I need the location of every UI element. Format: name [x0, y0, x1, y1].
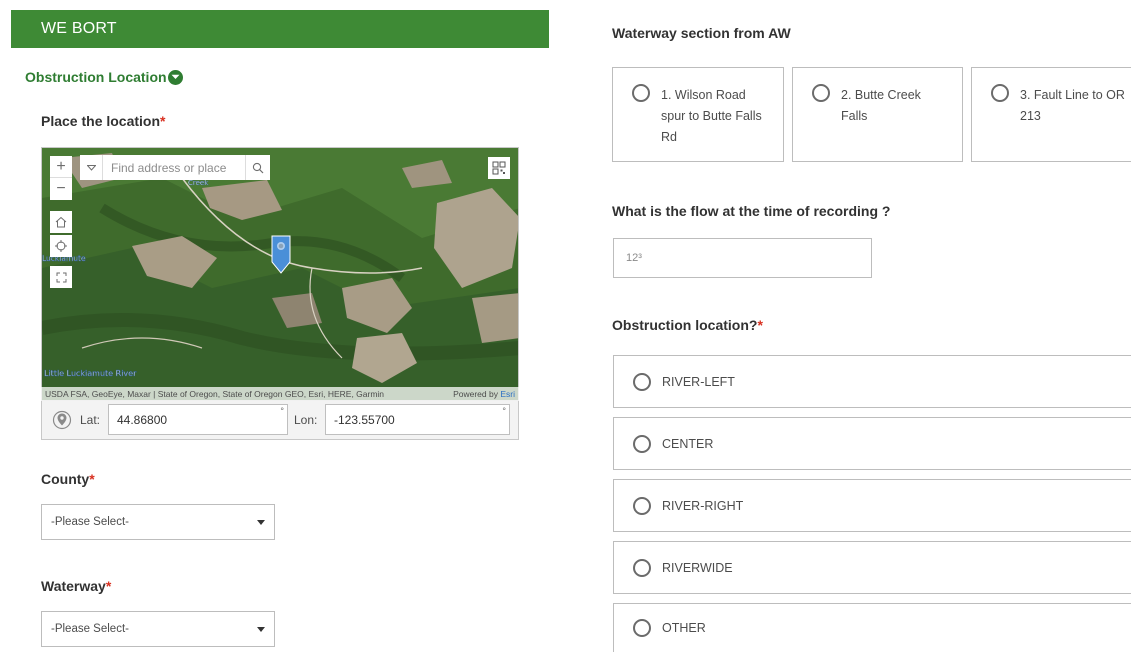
radio-button[interactable]: [633, 558, 651, 577]
place-location-label: Place the location*: [41, 113, 166, 129]
map-search-input[interactable]: Find address or place: [103, 161, 245, 175]
creek-label: Creek: [188, 179, 209, 187]
required-mark: *: [160, 113, 166, 129]
radio-button[interactable]: [633, 372, 651, 391]
option-label: OTHER: [662, 621, 706, 635]
fullscreen-icon[interactable]: [50, 266, 72, 288]
obstruction-location-label: Obstruction location?*: [612, 317, 763, 333]
flow-placeholder: 12³: [626, 252, 642, 264]
lat-label: Lat:: [80, 413, 101, 427]
qr-code-icon[interactable]: [488, 157, 510, 179]
required-mark: *: [89, 471, 95, 487]
chevron-down-icon[interactable]: [167, 69, 183, 85]
section-option-1[interactable]: 1. Wilson Road spur to Butte Falls Rd: [612, 67, 784, 162]
section-option-line: 3. Fault Line to OR: [1020, 88, 1125, 102]
flow-label: What is the flow at the time of recordin…: [612, 203, 891, 219]
option-riverwide[interactable]: RIVERWIDE: [613, 541, 1131, 594]
section-option-text: 1. Wilson Road spur to Butte Falls Rd: [661, 85, 762, 148]
map-view[interactable]: Little Luckiamute River Luckiamute Creek…: [41, 147, 519, 401]
required-mark: *: [105, 578, 112, 594]
waterway-select[interactable]: -Please Select-: [41, 611, 275, 647]
radio-button[interactable]: [812, 84, 830, 102]
coordinate-bar: Lat: 44.86800 ° Lon: -123.55700 °: [41, 401, 519, 440]
group-header-obstruction-location[interactable]: Obstruction Location: [25, 69, 183, 85]
county-label: County*: [41, 471, 95, 487]
section-option-line: 2. Butte Creek: [841, 88, 921, 102]
flow-number-input[interactable]: 12³: [613, 238, 872, 278]
place-location-label-text: Place the location: [41, 113, 161, 129]
locate-icon[interactable]: [50, 235, 72, 257]
search-icon[interactable]: [245, 155, 270, 180]
section-option-line: spur to Butte Falls: [661, 109, 762, 123]
section-label: Waterway section from AW: [612, 25, 791, 41]
option-river-left[interactable]: RIVER-LEFT: [613, 355, 1131, 408]
option-label: RIVER-RIGHT: [662, 498, 744, 513]
radio-button[interactable]: [632, 84, 650, 102]
lat-input[interactable]: 44.86800 °: [108, 404, 288, 435]
radio-button[interactable]: [991, 84, 1009, 102]
esri-link[interactable]: Esri: [500, 389, 515, 399]
lat-value: 44.86800: [117, 412, 168, 427]
option-label: CENTER: [662, 436, 714, 451]
map-search[interactable]: Find address or place: [80, 155, 270, 180]
location-target-icon[interactable]: [52, 410, 72, 435]
option-label: RIVER-LEFT: [662, 374, 735, 389]
attribution-text: USDA FSA, GeoEye, Maxar | State of Orego…: [45, 389, 385, 399]
lon-degree: °: [502, 406, 506, 416]
chevron-down-icon[interactable]: [80, 155, 103, 180]
waterway-select-value: -Please Select-: [51, 623, 129, 635]
powered-by-text: Powered by: [453, 389, 498, 399]
option-label: RIVERWIDE: [662, 560, 733, 575]
option-river-right[interactable]: RIVER-RIGHT: [613, 479, 1131, 532]
section-option-line: 213: [1020, 109, 1041, 123]
section-option-line: Rd: [661, 130, 677, 144]
section-option-text: 3. Fault Line to OR 213: [1020, 85, 1125, 127]
county-label-text: County: [41, 471, 90, 487]
banner-title: WE BORT: [41, 20, 117, 37]
waterway-label-text: Waterway: [41, 578, 106, 594]
map-attribution: USDA FSA, GeoEye, Maxar | State of Orego…: [41, 387, 519, 401]
lat-degree: °: [280, 406, 284, 416]
group-title: Obstruction Location: [25, 69, 167, 85]
home-icon[interactable]: [50, 211, 72, 233]
required-mark: *: [757, 317, 763, 333]
location-pin-icon[interactable]: [270, 234, 292, 274]
section-option-text: 2. Butte Creek Falls: [841, 85, 921, 127]
radio-button[interactable]: [633, 434, 651, 453]
lon-input[interactable]: -123.55700 °: [325, 404, 510, 435]
dropdown-caret-icon: [257, 627, 265, 632]
option-other[interactable]: OTHER: [613, 603, 1131, 652]
section-option-line: Falls: [841, 109, 868, 123]
county-select[interactable]: -Please Select-: [41, 504, 275, 540]
zoom-in-icon[interactable]: +: [50, 156, 72, 178]
county-select-value: -Please Select-: [51, 516, 129, 528]
obstruction-label-text: Obstruction location?: [612, 317, 758, 333]
radio-button[interactable]: [633, 496, 651, 515]
section-option-3[interactable]: 3. Fault Line to OR 213: [971, 67, 1131, 162]
lon-value: -123.55700: [334, 412, 395, 427]
section-option-2[interactable]: 2. Butte Creek Falls: [792, 67, 963, 162]
river-label: Little Luckiamute River: [44, 369, 137, 378]
lon-label: Lon:: [294, 413, 318, 427]
satellite-imagery: Little Luckiamute River Luckiamute Creek: [42, 148, 518, 400]
option-center[interactable]: CENTER: [613, 417, 1131, 470]
form-banner: WE BORT: [11, 10, 549, 48]
zoom-out-icon[interactable]: −: [50, 178, 72, 200]
waterway-label: Waterway*: [41, 578, 111, 594]
dropdown-caret-icon: [257, 520, 265, 525]
section-option-line: 1. Wilson Road: [661, 88, 746, 102]
radio-button[interactable]: [633, 619, 651, 637]
